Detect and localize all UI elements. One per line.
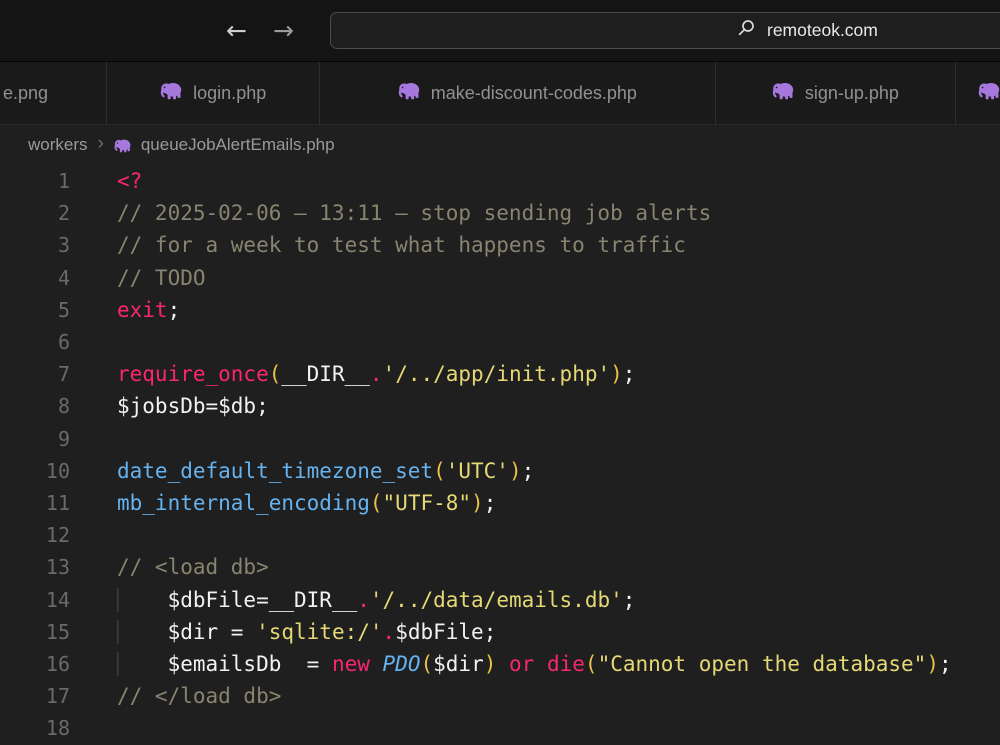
code-line[interactable]: 5 exit; <box>0 294 1000 326</box>
breadcrumb-file[interactable]: queueJobAlertEmails.php <box>141 135 335 155</box>
php-elephant-icon <box>978 81 1000 105</box>
line-number: 18 <box>45 716 70 741</box>
code-text: // TODO <box>117 265 206 290</box>
code-line[interactable]: 12 <box>0 519 1000 551</box>
tab-label: sign-up.php <box>804 82 899 103</box>
code-line[interactable]: 2 // 2025-02-06 – 13:11 – stop sending jo… <box>0 197 1000 229</box>
back-button[interactable]: ← <box>226 18 247 43</box>
tab-label: make-discount-codes.php <box>430 82 637 103</box>
forward-icon: → <box>272 16 294 45</box>
tab-make-discount-codes.php[interactable]: make-discount-codes.php <box>320 62 716 124</box>
line-number: 4 <box>57 265 70 290</box>
tab-e.png[interactable]: e.png <box>0 62 108 124</box>
line-number: 8 <box>57 394 70 419</box>
back-icon: ← <box>226 16 247 45</box>
code-line[interactable]: 11 mb_internal_encoding("UTF-8"); <box>0 487 1000 519</box>
tab-label: e.png <box>3 82 49 103</box>
vscode-window: { "colors": { "php_icon": "#a678de", "ke… <box>0 0 1000 745</box>
breadcrumb: workers › queueJobAlertEmails.php <box>0 125 1000 165</box>
line-number: 2 <box>57 201 70 226</box>
code-line[interactable]: 17 // </load db> <box>0 680 1000 712</box>
line-number: 3 <box>57 233 70 258</box>
line-number: 17 <box>45 684 70 709</box>
code-line[interactable]: 1 <? <box>0 165 1000 197</box>
code-line[interactable]: 6 <box>0 326 1000 358</box>
code-text: mb_internal_encoding("UTF-8"); <box>117 490 497 515</box>
chevron-right-icon: › <box>97 133 104 154</box>
code-text: require_once(__DIR__.'/../app/init.php')… <box>117 362 636 387</box>
code-line[interactable]: 13 // <load db> <box>0 551 1000 583</box>
line-number: 1 <box>57 169 70 194</box>
forward-button[interactable]: → <box>273 18 294 43</box>
code-editor[interactable]: 1 <? 2 // 2025-02-06 – 13:11 – stop sending… <box>0 165 1000 745</box>
breadcrumb-folder[interactable]: workers <box>28 135 88 155</box>
search-icon <box>737 19 756 43</box>
breadcrumb-file-icon-slot <box>114 138 131 153</box>
code-line[interactable]: 14 $dbFile=__DIR__.'/../data/emails.db'; <box>0 583 1000 615</box>
line-number: 13 <box>45 555 70 580</box>
code-text: // for a week to test what happens to tr… <box>117 233 686 258</box>
code-text: date_default_timezone_set('UTC'); <box>117 458 535 483</box>
code-line[interactable]: 9 <box>0 423 1000 455</box>
code-line[interactable]: 18 <box>0 712 1000 744</box>
php-elephant-icon <box>398 81 420 105</box>
code-text: $dir = 'sqlite:/'.$dbFile; <box>117 620 497 644</box>
indent-guide <box>117 588 168 612</box>
line-number: 14 <box>45 587 70 612</box>
line-number: 12 <box>45 523 70 548</box>
php-elephant-icon <box>160 81 182 105</box>
tab-login.php[interactable]: login.php <box>107 62 321 124</box>
code-text: $jobsDb=$db; <box>117 394 269 419</box>
tab-bar: e.png login.php make-discount-codes.php <box>0 62 1000 125</box>
code-line[interactable]: 16 $emailsDb = new PDO($dir) or die("Can… <box>0 648 1000 680</box>
code-line[interactable]: 8 $jobsDb=$db; <box>0 390 1000 422</box>
url-content: remoteok.com <box>737 13 878 48</box>
code-line[interactable]: 10 date_default_timezone_set('UTC'); <box>0 455 1000 487</box>
code-text: $dbFile=__DIR__.'/../data/emails.db'; <box>117 588 636 612</box>
line-number: 9 <box>57 426 70 451</box>
line-number: 11 <box>45 490 70 515</box>
code-text: exit; <box>117 297 181 322</box>
tab-sign-up.php[interactable]: sign-up.php <box>716 62 957 124</box>
titlebar: ← → remoteok.com <box>0 0 1000 62</box>
code-line[interactable]: 4 // TODO <box>0 262 1000 294</box>
indent-guide <box>117 620 168 644</box>
code-text: <? <box>117 169 143 194</box>
line-number: 10 <box>45 458 70 483</box>
tab-partial[interactable] <box>956 62 1000 124</box>
line-number: 6 <box>57 330 70 355</box>
code-line[interactable]: 15 $dir = 'sqlite:/'.$dbFile; <box>0 616 1000 648</box>
php-elephant-icon <box>114 138 131 153</box>
url-text: remoteok.com <box>767 20 878 40</box>
line-number: 5 <box>57 297 70 322</box>
line-number: 7 <box>57 362 70 387</box>
code-line[interactable]: 3 // for a week to test what happens to t… <box>0 229 1000 261</box>
command-center-search[interactable]: remoteok.com <box>330 12 1000 49</box>
code-text: // <load db> <box>117 555 269 580</box>
code-text: // 2025-02-06 – 13:11 – stop sending job… <box>117 201 712 226</box>
history-nav: ← → <box>226 0 294 61</box>
line-number: 16 <box>45 651 70 676</box>
indent-guide <box>117 652 168 676</box>
code-line[interactable]: 7 require_once(__DIR__.'/../app/init.php'… <box>0 358 1000 390</box>
line-number: 15 <box>45 619 70 644</box>
php-elephant-icon <box>772 81 794 105</box>
code-text: $emailsDb = new PDO($dir) or die("Cannot… <box>117 652 952 676</box>
tab-label: login.php <box>193 82 267 103</box>
code-text: // </load db> <box>117 684 282 709</box>
